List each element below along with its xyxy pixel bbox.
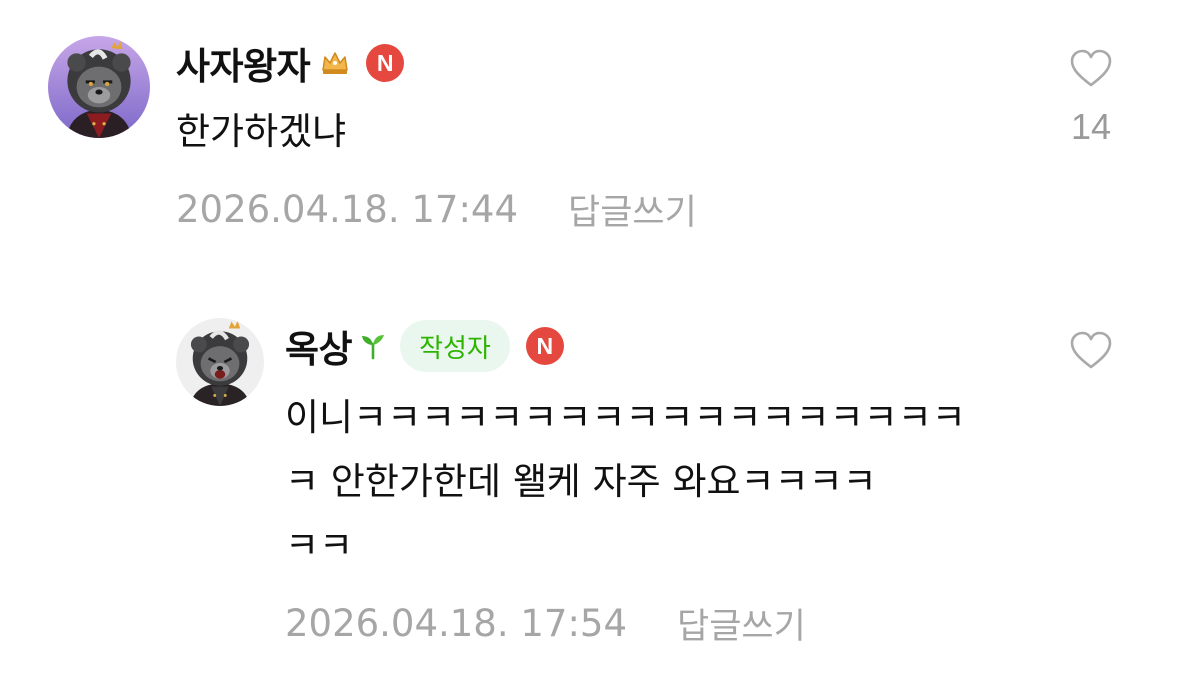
like-count: 14 bbox=[1070, 106, 1112, 147]
new-badge: N bbox=[525, 327, 564, 365]
comment-header: 옥상 작성자 N bbox=[285, 320, 564, 372]
lion-bear-avatar-image bbox=[48, 36, 150, 138]
comment-meta: 2026.04.18. 17:54 답글쓰기 bbox=[285, 598, 806, 649]
reply-comment-item: 옥상 작성자 N 이니ㅋㅋㅋㅋㅋㅋㅋㅋㅋㅋㅋㅋㅋㅋㅋㅋㅋㅋ ㅋ 안한가한데 왤케… bbox=[0, 300, 1179, 670]
author-tag: 작성자 bbox=[400, 320, 510, 372]
comment-header: 사자왕자 N bbox=[176, 40, 405, 88]
comment-text: 한가하겠냐 bbox=[176, 110, 347, 153]
nickname[interactable]: 옥상 bbox=[285, 319, 353, 373]
comment-text: 이니ㅋㅋㅋㅋㅋㅋㅋㅋㅋㅋㅋㅋㅋㅋㅋㅋㅋㅋ ㅋ 안한가한데 왤케 자주 와요ㅋㅋㅋ… bbox=[285, 396, 966, 567]
like-button[interactable]: 14 bbox=[1066, 48, 1116, 148]
reply-button[interactable]: 답글쓰기 bbox=[677, 598, 806, 649]
like-button[interactable] bbox=[1066, 330, 1116, 374]
heart-icon bbox=[1069, 330, 1113, 374]
comment-date: 2026.04.18. 17:44 bbox=[176, 187, 518, 231]
comment-item: 사자왕자 N 한가하겠냐 2026.04.18. 17:44 답글쓰기 14 bbox=[0, 0, 1179, 260]
sprout-icon bbox=[360, 332, 386, 360]
heart-icon bbox=[1069, 48, 1113, 92]
comment-date: 2026.04.18. 17:54 bbox=[285, 601, 627, 645]
crown-icon bbox=[320, 48, 350, 78]
avatar[interactable] bbox=[176, 318, 264, 406]
lion-bear-avatar-image bbox=[176, 318, 264, 406]
new-badge: N bbox=[366, 44, 405, 82]
reply-button[interactable]: 답글쓰기 bbox=[568, 184, 697, 235]
nickname[interactable]: 사자왕자 bbox=[176, 36, 311, 90]
avatar[interactable] bbox=[48, 36, 150, 138]
comment-meta: 2026.04.18. 17:44 답글쓰기 bbox=[176, 184, 697, 235]
